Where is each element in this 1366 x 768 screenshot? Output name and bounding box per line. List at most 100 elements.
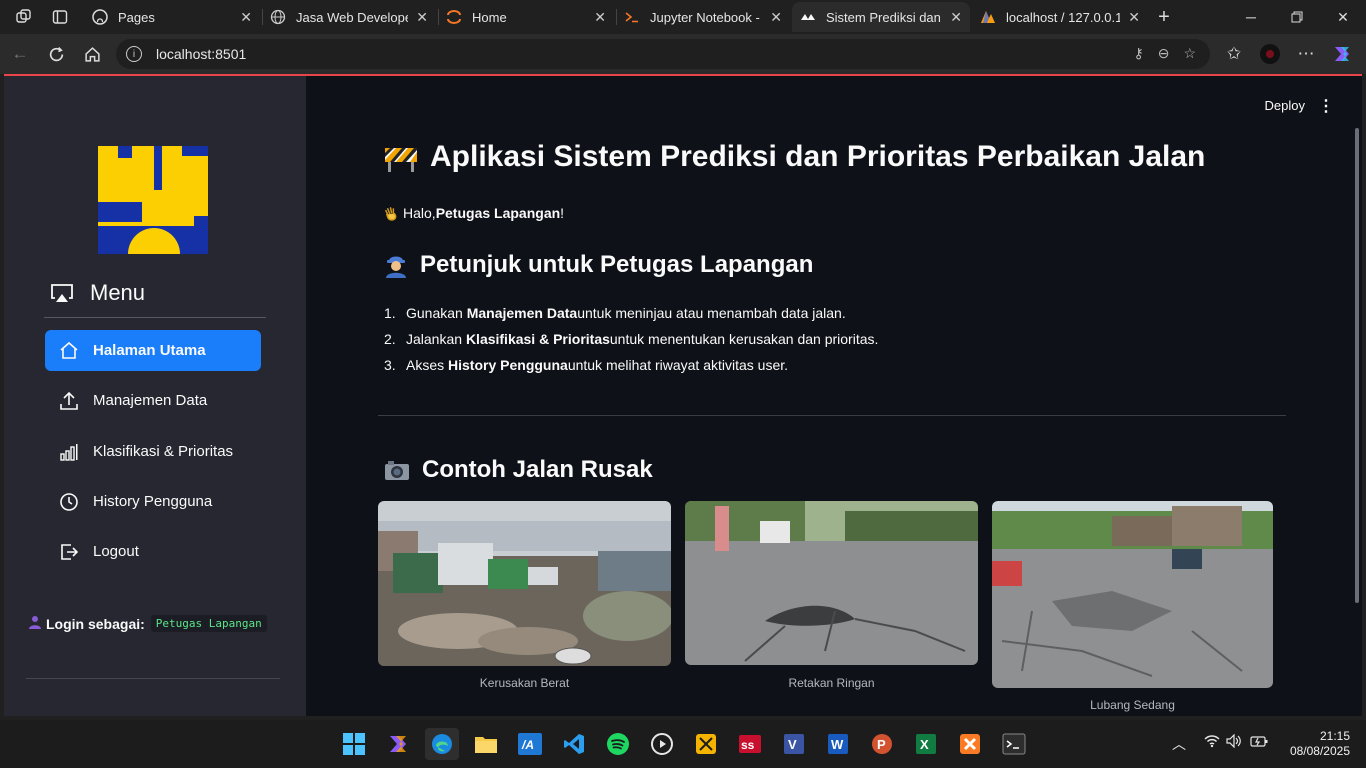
greeting-prefix: Halo,: [403, 205, 436, 221]
nav-item-logout[interactable]: Logout: [45, 531, 261, 572]
page-title-text: Aplikasi Sistem Prediksi dan Prioritas P…: [430, 140, 1206, 173]
url-field[interactable]: i localhost:8501 ⚷ ⊖ ☆: [116, 39, 1210, 69]
examples-heading-text: Contoh Jalan Rusak: [422, 456, 653, 483]
site-info-icon[interactable]: i: [126, 46, 142, 62]
jupyter-icon: [446, 9, 462, 25]
browser-menu-icon[interactable]: ⋯: [1294, 42, 1318, 66]
close-tab-icon[interactable]: ✕: [770, 9, 782, 26]
home-button-icon[interactable]: [80, 42, 104, 66]
azure-icon[interactable]: /A: [513, 728, 547, 760]
favorite-star-icon[interactable]: ☆: [1183, 45, 1196, 62]
battery-icon[interactable]: [1250, 734, 1268, 751]
nav-item-manajemen-data[interactable]: Manajemen Data: [45, 380, 261, 421]
clock-icon: [59, 492, 79, 512]
step-bold: Manajemen Data: [466, 305, 578, 321]
browser-tab[interactable]: Jupyter Notebook - Te ✕: [616, 2, 790, 32]
browser-tab[interactable]: localhost / 127.0.0.1 / ✕: [972, 2, 1148, 32]
step-text: untuk menentukan kerusakan dan prioritas…: [609, 331, 879, 347]
key-icon[interactable]: ⚷: [1133, 45, 1143, 62]
streamlit-icon: [800, 9, 816, 25]
visio-icon[interactable]: V: [777, 728, 811, 760]
word-icon[interactable]: W: [821, 728, 855, 760]
powerpoint-icon[interactable]: P: [865, 728, 899, 760]
section-divider: [378, 415, 1286, 416]
browser-tab-bar: Pages ✕ Jasa Web Developer | ✕ Home ✕ Ju…: [0, 0, 1366, 34]
browser-tab[interactable]: Pages ✕: [84, 2, 260, 32]
bar-chart-icon: [59, 442, 79, 462]
copilot-taskbar-icon[interactable]: [381, 728, 415, 760]
snipping-tool-icon[interactable]: [689, 728, 723, 760]
profile-avatar[interactable]: [1258, 42, 1282, 66]
airplay-icon: [50, 283, 74, 303]
nav-item-klasifikasi[interactable]: Klasifikasi & Prioritas: [45, 431, 261, 472]
road-photo-heavy-damage: [378, 501, 671, 666]
restore-icon[interactable]: [1274, 0, 1320, 34]
scrollbar[interactable]: [1355, 128, 1359, 603]
close-tab-icon[interactable]: ✕: [416, 9, 428, 26]
greeting-suffix: !: [560, 205, 565, 221]
close-window-icon[interactable]: ✕: [1320, 0, 1366, 34]
zoom-icon[interactable]: ⊖: [1158, 45, 1170, 62]
vscode-icon[interactable]: [557, 728, 591, 760]
guide-heading-text: Petunjuk untuk Petugas Lapangan: [420, 251, 814, 278]
step-number: 3.: [384, 357, 396, 373]
terminal-taskbar-icon[interactable]: [997, 728, 1031, 760]
browser-tab-active[interactable]: Sistem Prediksi dan Pr ✕: [792, 2, 970, 32]
workspaces-icon[interactable]: [12, 5, 36, 29]
deploy-button[interactable]: Deploy: [1265, 98, 1305, 113]
list-item: 1. Gunakan Manajemen Data untuk meninjau…: [384, 300, 878, 326]
svg-text:W: W: [831, 737, 844, 752]
list-item: 3. Akses History Pengguna untuk melihat …: [384, 352, 878, 378]
wifi-icon[interactable]: [1204, 734, 1220, 751]
favorites-icon[interactable]: ✩: [1222, 42, 1246, 66]
page-title: Aplikasi Sistem Prediksi dan Prioritas P…: [384, 140, 1205, 174]
pupr-logo: [98, 146, 208, 254]
address-bar-row: ← i localhost:8501 ⚷ ⊖ ☆ ✩ ⋯: [0, 34, 1366, 74]
step-bold: History Pengguna: [448, 357, 568, 373]
logout-icon: [59, 542, 79, 562]
app-icon-red[interactable]: ss: [733, 728, 767, 760]
xampp-icon[interactable]: [953, 728, 987, 760]
file-explorer-icon[interactable]: [469, 728, 503, 760]
tab-actions-icon[interactable]: [48, 5, 72, 29]
step-text: Akses: [406, 357, 445, 373]
browser-tab[interactable]: Jasa Web Developer | ✕: [262, 2, 436, 32]
taskbar: /A ss V W P X ︿ 21:15 08/08/2025: [0, 720, 1366, 768]
tray-chevron-icon[interactable]: ︿: [1172, 734, 1186, 754]
tab-title: Sistem Prediksi dan Pr: [826, 9, 942, 25]
nav-item-halaman-utama[interactable]: Halaman Utama: [45, 330, 261, 371]
app-viewport: Menu Halaman Utama Manajemen Data Klasif…: [4, 76, 1362, 716]
step-text: Jalankan: [406, 331, 463, 347]
tab-title: Pages: [118, 9, 155, 25]
user-icon: [28, 615, 42, 632]
step-text: untuk meninjau atau menambah data jalan.: [577, 305, 846, 321]
close-tab-icon[interactable]: ✕: [240, 9, 252, 26]
excel-icon[interactable]: X: [909, 728, 943, 760]
photo-caption: Retakan Ringan: [788, 676, 875, 690]
minimize-icon[interactable]: ─: [1228, 0, 1274, 34]
nav-item-label: Manajemen Data: [93, 392, 208, 409]
back-icon[interactable]: ←: [8, 42, 32, 66]
edge-icon[interactable]: [425, 728, 459, 760]
system-clock[interactable]: 21:15 08/08/2025: [1290, 729, 1350, 759]
reload-icon[interactable]: [44, 42, 68, 66]
sidebar-divider: [26, 678, 280, 679]
sidebar: Menu Halaman Utama Manajemen Data Klasif…: [4, 76, 306, 716]
volume-icon[interactable]: [1226, 733, 1242, 751]
close-tab-icon[interactable]: ✕: [594, 9, 606, 26]
copilot-icon[interactable]: [1330, 42, 1354, 66]
greeting: Halo, Petugas Lapangan!: [384, 205, 564, 221]
spotify-icon[interactable]: [601, 728, 635, 760]
svg-text:P: P: [877, 737, 886, 752]
close-tab-icon[interactable]: ✕: [1128, 9, 1140, 26]
browser-tab[interactable]: Home ✕: [438, 2, 614, 32]
start-icon[interactable]: [337, 728, 371, 760]
main-menu-icon[interactable]: ⋮: [1318, 96, 1334, 116]
new-tab-icon[interactable]: +: [1152, 5, 1176, 29]
svg-text:V: V: [788, 737, 797, 752]
worker-icon: [384, 252, 408, 278]
media-player-icon[interactable]: [645, 728, 679, 760]
close-tab-icon[interactable]: ✕: [950, 9, 962, 26]
greeting-name: Petugas Lapangan: [435, 205, 561, 221]
nav-item-history[interactable]: History Pengguna: [45, 481, 261, 522]
